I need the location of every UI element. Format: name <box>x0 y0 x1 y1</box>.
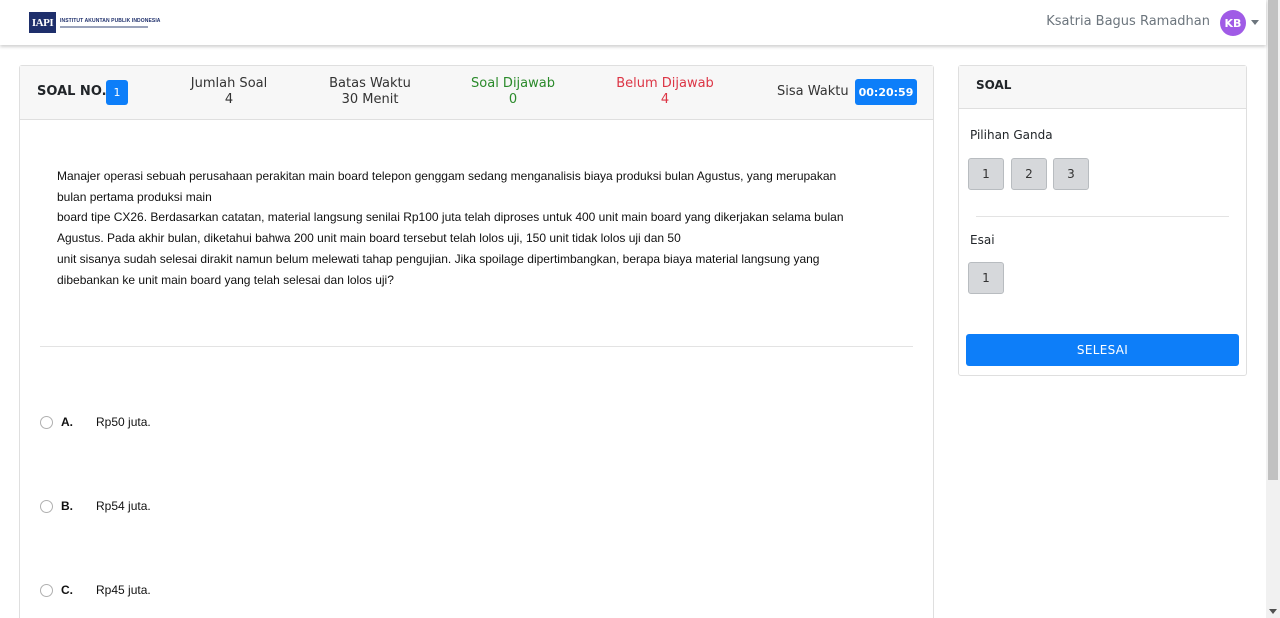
logo-text: INSTITUT AKUNTAN PUBLIK INDONESIA <box>60 18 161 28</box>
navigator-title: SOAL <box>976 78 1012 92</box>
question-text: Manajer operasi sebuah perusahaan peraki… <box>57 166 887 290</box>
user-name[interactable]: Ksatria Bagus Ramadhan <box>1046 14 1210 29</box>
radio-button[interactable] <box>40 583 53 597</box>
top-navbar: IAPI INSTITUT AKUNTAN PUBLIK INDONESIA K… <box>0 0 1266 45</box>
option-letter: B. <box>61 499 73 513</box>
stat-jumlah-value: 4 <box>224 92 234 107</box>
soal-no-label: SOAL NO. <box>37 84 107 99</box>
option-text: Rp54 juta. <box>96 499 151 513</box>
answer-option-a[interactable]: A. Rp50 juta. <box>40 412 151 432</box>
option-text: Rp50 juta. <box>96 415 151 429</box>
question-line: dibebankan ke unit main board yang telah… <box>57 272 394 287</box>
logo-title: INSTITUT AKUNTAN PUBLIK INDONESIA <box>60 17 161 24</box>
stat-jumlah-soal: Jumlah Soal 4 <box>180 76 278 108</box>
page-scrollbar[interactable] <box>1266 0 1280 618</box>
option-text: Rp45 juta. <box>96 583 151 597</box>
question-line: board tipe CX26. Berdasarkan catatan, ma… <box>57 210 844 225</box>
stat-batas-label: Batas Waktu <box>329 76 411 91</box>
chevron-down-icon[interactable] <box>1251 20 1259 25</box>
question-line: bulan pertama produksi main <box>57 189 212 204</box>
soal-no-badge: 1 <box>106 80 128 105</box>
navigator-header: SOAL <box>959 66 1246 109</box>
option-letter: C. <box>61 583 73 597</box>
question-line: Agustus. Pada akhir bulan, diketahui bah… <box>57 231 681 246</box>
radio-button[interactable] <box>40 499 53 513</box>
question-divider <box>40 346 913 347</box>
pg-question-button[interactable]: 3 <box>1053 158 1089 190</box>
answer-option-b[interactable]: B. Rp54 juta. <box>40 496 151 516</box>
iapi-logo[interactable]: IAPI INSTITUT AKUNTAN PUBLIK INDONESIA <box>29 12 161 33</box>
pg-question-button[interactable]: 2 <box>1011 158 1047 190</box>
pg-question-button[interactable]: 1 <box>968 158 1004 190</box>
stat-belum-value: 4 <box>660 92 670 107</box>
question-card-header: SOAL NO. 1 Jumlah Soal 4 Batas Waktu 30 … <box>20 66 933 120</box>
question-line: Manajer operasi sebuah perusahaan peraki… <box>57 169 837 183</box>
radio-button[interactable] <box>40 415 53 429</box>
pilihan-ganda-label: Pilihan Ganda <box>970 128 1053 142</box>
scrollbar-thumb[interactable] <box>1268 0 1278 480</box>
logo-mark: IAPI <box>29 12 56 33</box>
question-line: unit sisanya sudah selesai dirakit namun… <box>57 251 820 266</box>
avatar[interactable]: KB <box>1220 10 1246 36</box>
answer-option-c[interactable]: C. Rp45 juta. <box>40 580 151 600</box>
option-letter: A. <box>61 415 73 429</box>
esai-question-button[interactable]: 1 <box>968 262 1004 294</box>
stat-soal-dijawab: Soal Dijawab 0 <box>463 76 563 108</box>
stat-batas-waktu: Batas Waktu 30 Menit <box>316 76 424 108</box>
navigator-divider <box>976 216 1229 217</box>
esai-label: Esai <box>970 233 995 247</box>
question-card: SOAL NO. 1 Jumlah Soal 4 Batas Waktu 30 … <box>19 65 934 618</box>
question-navigator: SOAL Pilihan Ganda 1 2 3 Esai 1 SELESAI <box>958 65 1247 376</box>
finish-button[interactable]: SELESAI <box>966 334 1239 366</box>
stat-dijawab-value: 0 <box>508 92 518 107</box>
logo-subtitle-line <box>60 25 148 28</box>
stat-batas-value: 30 Menit <box>341 92 399 107</box>
stat-jumlah-label: Jumlah Soal <box>190 76 268 91</box>
stat-belum-label: Belum Dijawab <box>616 76 714 91</box>
stat-dijawab-label: Soal Dijawab <box>471 76 555 91</box>
scroll-down-arrow-icon[interactable] <box>1269 609 1277 614</box>
sisa-waktu-label: Sisa Waktu <box>777 84 849 99</box>
stat-belum-dijawab: Belum Dijawab 4 <box>610 76 720 108</box>
countdown-timer: 00:20:59 <box>855 79 917 105</box>
